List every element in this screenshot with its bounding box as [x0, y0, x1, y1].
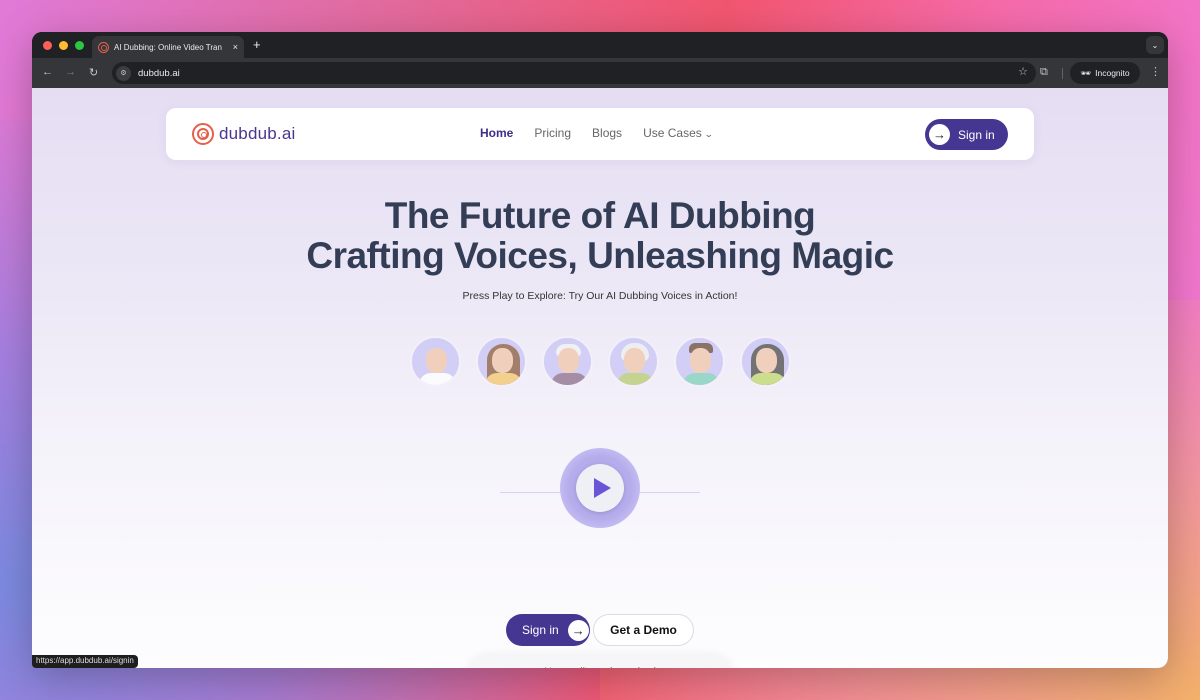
- site-info-icon[interactable]: ⚙: [116, 65, 131, 81]
- no-credit-card-note: No credit card required: [470, 656, 730, 668]
- extensions-icon[interactable]: ⧉: [1040, 66, 1048, 79]
- bookmark-star-icon[interactable]: ☆: [1018, 65, 1028, 78]
- browser-menu-icon[interactable]: ⋮: [1150, 65, 1161, 78]
- favicon-icon: [98, 41, 109, 53]
- hero-subtitle: Press Play to Explore: Try Our AI Dubbin…: [462, 290, 738, 302]
- play-icon: [593, 478, 611, 498]
- browser-window: AI Dubbing: Online Video Tran × + ⌄ ← → …: [32, 32, 1168, 668]
- avatar-woman-brown-hair[interactable]: [476, 336, 527, 387]
- web-page: dubdub.ai Home Pricing Blogs Use Cases ⌄ …: [32, 88, 1168, 668]
- browser-tab[interactable]: AI Dubbing: Online Video Tran ×: [92, 36, 244, 58]
- avatar-old-woman[interactable]: [608, 336, 659, 387]
- forward-icon[interactable]: →: [65, 66, 76, 78]
- hero-title-line-1: The Future of AI Dubbing: [384, 195, 816, 236]
- minimize-window-button[interactable]: [59, 41, 68, 50]
- incognito-badge[interactable]: 🕶 Incognito: [1070, 62, 1140, 84]
- back-icon[interactable]: ←: [42, 66, 53, 78]
- chevron-down-icon: ⌄: [703, 129, 714, 139]
- new-tab-button[interactable]: +: [253, 37, 261, 52]
- arrow-right-icon: →: [567, 619, 589, 641]
- tab-search-button[interactable]: ⌄: [1146, 36, 1164, 54]
- logo[interactable]: dubdub.ai: [192, 123, 295, 145]
- sign-in-label: Sign in: [958, 127, 995, 142]
- url-text[interactable]: dubdub.ai: [138, 68, 180, 79]
- cta-sign-in-button[interactable]: Sign in →: [506, 614, 590, 646]
- tab-close-icon[interactable]: ×: [233, 42, 238, 52]
- nav-link-home[interactable]: Home: [480, 126, 513, 140]
- toolbar-divider: [1062, 68, 1063, 79]
- status-bar-url: https://app.dubdub.ai/signin: [32, 655, 138, 668]
- cta-sign-in-label: Sign in: [522, 623, 559, 637]
- browser-toolbar: ← → ↻ ⚙ dubdub.ai ☆ ⧉ 🕶 Incognito ⋮: [32, 58, 1168, 88]
- incognito-icon: 🕶: [1080, 67, 1092, 78]
- incognito-label: Incognito: [1095, 68, 1130, 78]
- hero-title-line-2: Crafting Voices, Unleashing Magic: [306, 235, 894, 276]
- close-window-button[interactable]: [43, 41, 52, 50]
- tab-title: AI Dubbing: Online Video Tran: [114, 42, 222, 52]
- hero-title: The Future of AI Dubbing Crafting Voices…: [32, 196, 1168, 276]
- nav-link-use-cases[interactable]: Use Cases ⌄: [643, 126, 714, 140]
- get-demo-button[interactable]: Get a Demo: [593, 614, 694, 646]
- use-cases-label: Use Cases: [643, 126, 702, 140]
- logo-text: dubdub.ai: [219, 124, 296, 143]
- header-sign-in-button[interactable]: → Sign in: [925, 119, 1008, 150]
- tab-bar: AI Dubbing: Online Video Tran × + ⌄: [32, 32, 1168, 58]
- avatar-bald-man[interactable]: [410, 336, 461, 387]
- nav-link-blogs[interactable]: Blogs: [592, 126, 622, 140]
- address-bar[interactable]: ⚙ dubdub.ai ☆: [112, 62, 1036, 84]
- avatar-woman-dark-hair[interactable]: [740, 336, 791, 387]
- window-controls: [43, 41, 84, 50]
- reload-icon[interactable]: ↻: [89, 66, 98, 79]
- voice-avatars: [410, 336, 791, 387]
- avatar-young-man[interactable]: [674, 336, 725, 387]
- avatar-old-man[interactable]: [542, 336, 593, 387]
- play-button[interactable]: [576, 464, 624, 512]
- site-navbar: dubdub.ai Home Pricing Blogs Use Cases ⌄ …: [166, 108, 1034, 160]
- nav-links: Home Pricing Blogs Use Cases ⌄: [480, 126, 714, 140]
- arrow-right-icon: →: [929, 124, 950, 145]
- maximize-window-button[interactable]: [75, 41, 84, 50]
- nav-link-pricing[interactable]: Pricing: [534, 126, 571, 140]
- logo-icon: [192, 123, 214, 145]
